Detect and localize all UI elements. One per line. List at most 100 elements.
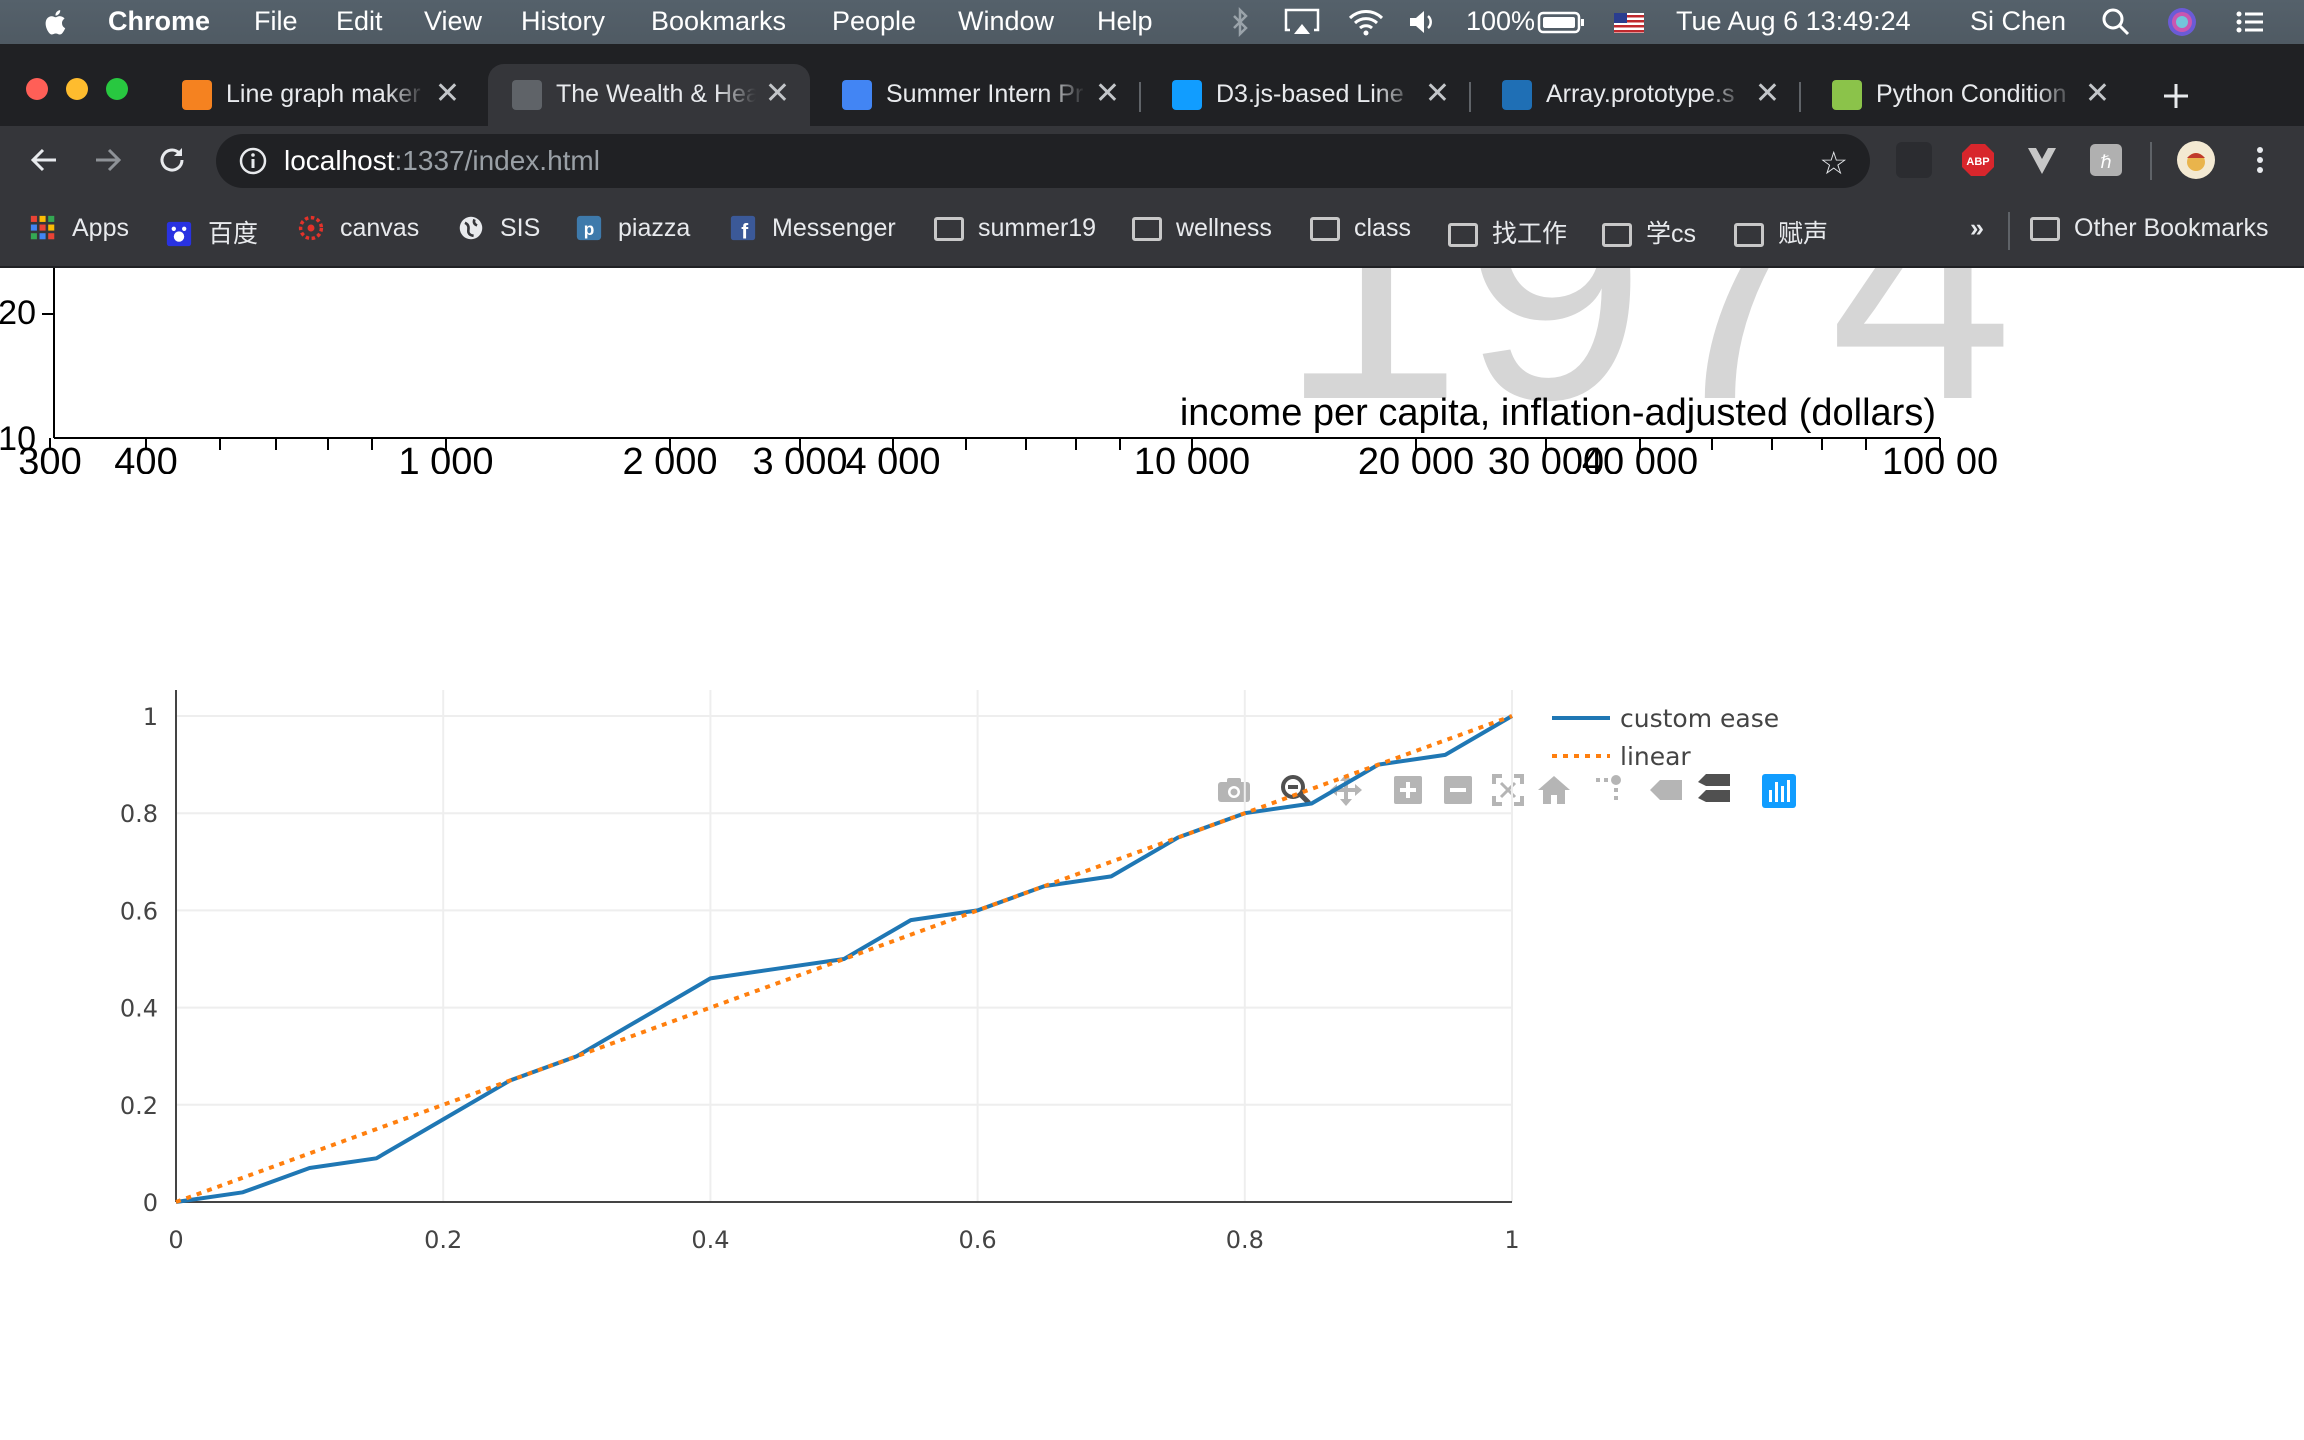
tab-title: Summer Intern Pr [886, 80, 1084, 108]
window-zoom-button[interactable] [106, 78, 128, 100]
site-info-icon[interactable] [238, 146, 268, 176]
menu-app-name[interactable]: Chrome [108, 6, 210, 37]
new-tab-plus-icon[interactable] [2158, 78, 2194, 114]
tab-close-icon[interactable]: ✕ [1755, 76, 1780, 111]
bookmark-folder-class[interactable]: class [1310, 214, 1411, 243]
macos-menu-bar: Chrome File Edit View History Bookmarks … [0, 0, 2304, 44]
menu-edit[interactable]: Edit [336, 6, 383, 37]
menu-help[interactable]: Help [1097, 6, 1153, 37]
reset-axes-icon[interactable] [1538, 776, 1570, 804]
bookmark-label: Apps [72, 214, 129, 242]
apple-icon[interactable] [38, 4, 74, 40]
tab-close-icon[interactable]: ✕ [765, 76, 790, 111]
tab-close-icon[interactable]: ✕ [1425, 76, 1450, 111]
menu-clock[interactable]: Tue Aug 6 13:49:24 [1676, 6, 1911, 37]
bookmark-label: Messenger [772, 214, 896, 242]
folder-icon [1448, 223, 1478, 247]
spotlight-search-icon[interactable] [2098, 4, 2134, 40]
spike-lines-icon[interactable] [1596, 775, 1621, 800]
forward-arrow-icon[interactable] [88, 140, 128, 180]
facebook-icon: f [730, 215, 756, 241]
bookmark-star-icon[interactable]: ☆ [1819, 144, 1848, 182]
browser-tab[interactable]: Python Condition ✕ [1808, 64, 2130, 126]
extension-icon[interactable] [1896, 142, 1932, 178]
tab-close-icon[interactable]: ✕ [435, 76, 460, 111]
plotly-logo-icon[interactable] [1762, 774, 1796, 808]
zoom-in-icon[interactable] [1394, 776, 1422, 804]
bookmark-folder-learncs[interactable]: 学cs [1602, 214, 1696, 250]
menu-file[interactable]: File [254, 6, 298, 37]
gapminder-chart-fragment: 1974 20 10 income per capita, inflation-… [0, 268, 2013, 483]
hover-compare-icon[interactable] [1698, 774, 1730, 802]
browser-tab[interactable]: Array.prototype.s ✕ [1478, 64, 1801, 126]
back-arrow-icon[interactable] [24, 140, 64, 180]
bookmarks-overflow-chevron[interactable]: » [1970, 214, 1984, 243]
bookmark-label: class [1354, 214, 1411, 242]
airplay-icon[interactable] [1282, 4, 1322, 40]
folder-icon [1734, 223, 1764, 247]
chrome-menu-icon[interactable] [2242, 142, 2278, 178]
menu-user[interactable]: Si Chen [1970, 6, 2066, 37]
bookmark-baidu[interactable]: 百度 [164, 214, 258, 250]
notification-center-icon[interactable] [2232, 4, 2268, 40]
menu-window[interactable]: Window [958, 6, 1054, 37]
us-flag-icon[interactable] [1612, 4, 1646, 40]
tab-title: D3.js-based Line [1216, 80, 1404, 108]
menu-view[interactable]: View [424, 6, 482, 37]
tab-close-icon[interactable]: ✕ [1095, 76, 1120, 111]
profile-avatar[interactable] [2176, 140, 2216, 180]
canvas-logo-icon [298, 215, 324, 241]
wifi-icon[interactable] [1346, 4, 1386, 40]
chart-series [175, 714, 1514, 1204]
tab-favicon-icon [512, 80, 542, 110]
bookmark-piazza[interactable]: p piazza [574, 214, 690, 243]
autoscale-icon[interactable] [1492, 774, 1524, 806]
bluetooth-icon[interactable] [1222, 4, 1258, 40]
window-minimize-button[interactable] [66, 78, 88, 100]
legend-label[interactable]: linear [1620, 742, 1691, 771]
battery-icon[interactable] [1536, 4, 1586, 40]
reload-icon[interactable] [152, 140, 192, 180]
piazza-logo-icon: p [576, 215, 602, 241]
bookmark-folder-job[interactable]: 找工作 [1448, 214, 1567, 250]
bookmark-messenger[interactable]: f Messenger [728, 214, 896, 243]
bookmark-apps[interactable]: Apps [28, 214, 129, 243]
hover-closest-icon[interactable] [1650, 780, 1682, 800]
volume-icon[interactable] [1404, 4, 1440, 40]
bookmark-folder-wellness[interactable]: wellness [1132, 214, 1272, 243]
menu-people[interactable]: People [832, 6, 916, 37]
chart-tick-labels: 0 0.2 0.4 0.6 0.8 1 0 0.2 0.4 0.6 0.8 1 [120, 703, 1520, 1254]
browser-tab[interactable]: D3.js-based Line ✕ [1148, 64, 1471, 126]
x-tick-label: 100 00 [1882, 441, 1998, 483]
bookmark-sis[interactable]: SIS [456, 214, 540, 243]
browser-tab[interactable]: Summer Intern Pr ✕ [818, 64, 1141, 126]
hanzi-extension-icon[interactable]: ℏ [2088, 142, 2124, 178]
folder-icon [1602, 223, 1632, 247]
bookmark-folder-fusheng[interactable]: 赋声 [1734, 214, 1828, 250]
bookmark-label: 赋声 [1778, 220, 1829, 248]
x-tick-label: 1 000 [398, 441, 493, 483]
browser-tab[interactable]: The Wealth & Hea ✕ [488, 64, 810, 126]
menu-history[interactable]: History [521, 6, 605, 37]
bookmark-label: piazza [618, 214, 691, 242]
adblock-plus-icon[interactable]: ABP [1960, 142, 1996, 178]
apps-grid-icon [30, 215, 55, 240]
tab-close-icon[interactable]: ✕ [2085, 76, 2110, 111]
bookmark-other-bookmarks[interactable]: Other Bookmarks [2030, 214, 2269, 243]
browser-tab[interactable]: Line graph maker ✕ [158, 64, 480, 126]
window-close-button[interactable] [26, 78, 48, 100]
y-tick-label: 0 [143, 1189, 158, 1217]
vue-devtools-icon[interactable] [2024, 142, 2060, 178]
tab-title: Python Condition [1876, 80, 2067, 108]
legend-label[interactable]: custom ease [1620, 704, 1779, 733]
bookmark-folder-summer19[interactable]: summer19 [934, 214, 1096, 243]
menu-bookmarks[interactable]: Bookmarks [651, 6, 786, 37]
chart-gridlines [176, 690, 1513, 1202]
page-content: 1974 20 10 income per capita, inflation-… [0, 268, 2304, 1440]
bookmark-label: wellness [1176, 214, 1272, 242]
zoom-out-icon[interactable] [1444, 776, 1472, 804]
address-bar[interactable]: localhost:1337/index.html ☆ [216, 134, 1870, 188]
chart-legend[interactable]: custom ease linear [1552, 704, 1779, 771]
siri-icon[interactable] [2164, 4, 2200, 40]
bookmark-canvas[interactable]: canvas [296, 214, 419, 243]
